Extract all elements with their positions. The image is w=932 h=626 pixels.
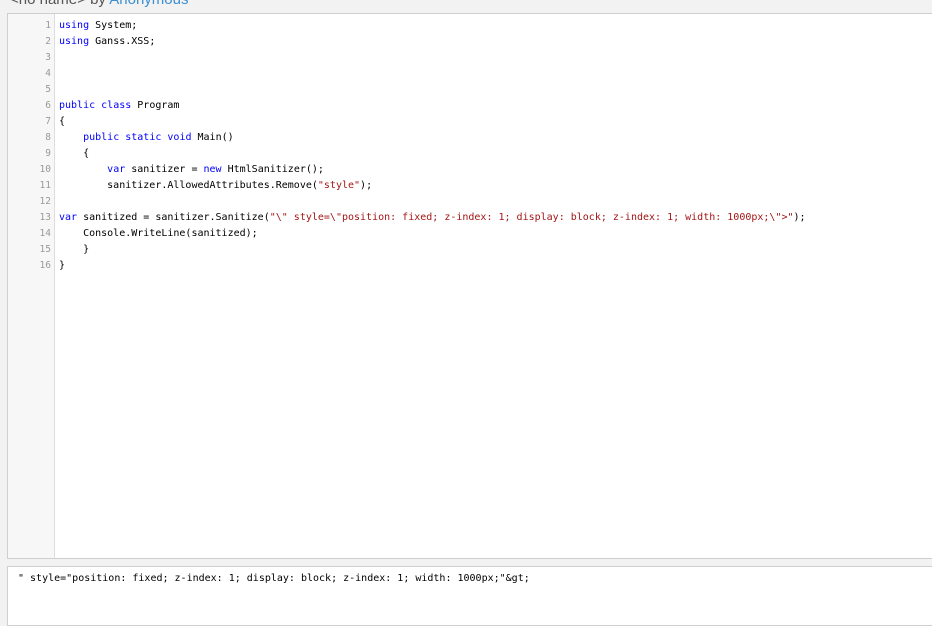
code-token: Ganss.XSS; (89, 36, 156, 47)
code-token: Program (131, 100, 180, 111)
code-token: sanitizer.AllowedAttributes.Remove( (59, 180, 318, 191)
line-number: 3 (45, 52, 51, 63)
output-panel: " style="position: fixed; z-index: 1; di… (7, 566, 932, 626)
code-line[interactable]: 1 using System; (8, 18, 932, 34)
code-line[interactable]: 14 Console.WriteLine(sanitized); (8, 226, 932, 242)
code-token: } (59, 244, 90, 255)
line-number: 12 (39, 196, 51, 207)
code-text[interactable]: } (59, 258, 65, 274)
line-number: 10 (39, 164, 51, 175)
code-lines[interactable]: 1 using System; 2 using Ganss.XSS; 3 4 5 6 publi… (8, 18, 932, 274)
code-line[interactable]: 2 using Ganss.XSS; (8, 34, 932, 50)
line-number: 9 (45, 148, 51, 159)
code-line[interactable]: 10 var sanitizer = new HtmlSanitizer(); (8, 162, 932, 178)
code-token: ); (793, 212, 806, 223)
code-line[interactable]: 4 (8, 66, 932, 82)
code-line[interactable]: 9 { (8, 146, 932, 162)
code-token: System; (89, 20, 138, 31)
code-token: sanitized = sanitizer.Sanitize( (77, 212, 270, 223)
line-number: 14 (39, 228, 51, 239)
code-text[interactable]: using Ganss.XSS; (59, 34, 155, 50)
keyword-token: class (101, 100, 132, 111)
code-line[interactable]: 8 public static void Main() (8, 130, 932, 146)
line-number: 15 (39, 244, 51, 255)
keyword-token: void (167, 132, 192, 143)
keyword-token: var (107, 164, 126, 175)
code-text[interactable]: Console.WriteLine(sanitized); (59, 226, 258, 242)
fiddle-title-bar: <no name> by Anonymous (0, 0, 932, 13)
line-number: 11 (39, 180, 51, 191)
code-line[interactable]: 13 var sanitized = sanitizer.Sanitize("\"… (8, 210, 932, 226)
keyword-token: using (59, 36, 90, 47)
code-token: { (59, 148, 90, 159)
code-text[interactable]: public static void Main() (59, 130, 234, 146)
code-text[interactable]: } (59, 242, 89, 258)
code-token: sanitizer = (125, 164, 204, 175)
code-line[interactable]: 3 (8, 50, 932, 66)
keyword-token: static (125, 132, 162, 143)
string-token: "style" (317, 180, 361, 191)
keyword-token: var (59, 212, 78, 223)
keyword-token: public (83, 132, 120, 143)
code-text[interactable]: using System; (59, 18, 137, 34)
code-text[interactable]: var sanitizer = new HtmlSanitizer(); (59, 162, 324, 178)
keyword-token: public (59, 100, 96, 111)
code-line[interactable]: 16} (8, 258, 932, 274)
code-token: } (59, 260, 66, 271)
code-line[interactable]: 12 (8, 194, 932, 210)
code-text[interactable]: public class Program (59, 98, 179, 114)
keyword-token: new (203, 164, 222, 175)
code-text[interactable]: var sanitized = sanitizer.Sanitize("\" s… (59, 210, 806, 226)
string-token: "\" style=\"position: fixed; z-index: 1;… (269, 212, 794, 223)
author-link[interactable]: Anonymous (109, 0, 188, 8)
code-line[interactable]: 7{ (8, 114, 932, 130)
keyword-token: using (59, 20, 90, 31)
code-text[interactable]: { (59, 114, 65, 130)
code-line[interactable]: 5 (8, 82, 932, 98)
line-number: 16 (39, 260, 51, 271)
code-token: { (59, 116, 66, 127)
code-token: Main() (191, 132, 234, 143)
code-token: Console.WriteLine(sanitized); (59, 228, 258, 239)
code-line[interactable]: 6 public class Program (8, 98, 932, 114)
line-number: 7 (45, 116, 51, 127)
line-number: 6 (45, 100, 51, 111)
code-text[interactable]: sanitizer.AllowedAttributes.Remove("styl… (59, 178, 372, 194)
code-editor[interactable]: 1 using System; 2 using Ganss.XSS; 3 4 5 6 publi… (7, 13, 932, 559)
output-text: " style="position: fixed; z-index: 1; di… (18, 573, 530, 584)
code-token: ); (360, 180, 373, 191)
by-label: by (90, 0, 106, 8)
line-number: 4 (45, 68, 51, 79)
code-token: HtmlSanitizer(); (221, 164, 324, 175)
line-number: 1 (45, 20, 51, 31)
code-line[interactable]: 15 } (8, 242, 932, 258)
line-number: 8 (45, 132, 51, 143)
code-text[interactable]: { (59, 146, 89, 162)
code-line[interactable]: 11 sanitizer.AllowedAttributes.Remove("s… (8, 178, 932, 194)
fiddle-name: <no name> (10, 0, 86, 8)
line-number: 2 (45, 36, 51, 47)
line-number: 13 (39, 212, 51, 223)
line-number: 5 (45, 84, 51, 95)
